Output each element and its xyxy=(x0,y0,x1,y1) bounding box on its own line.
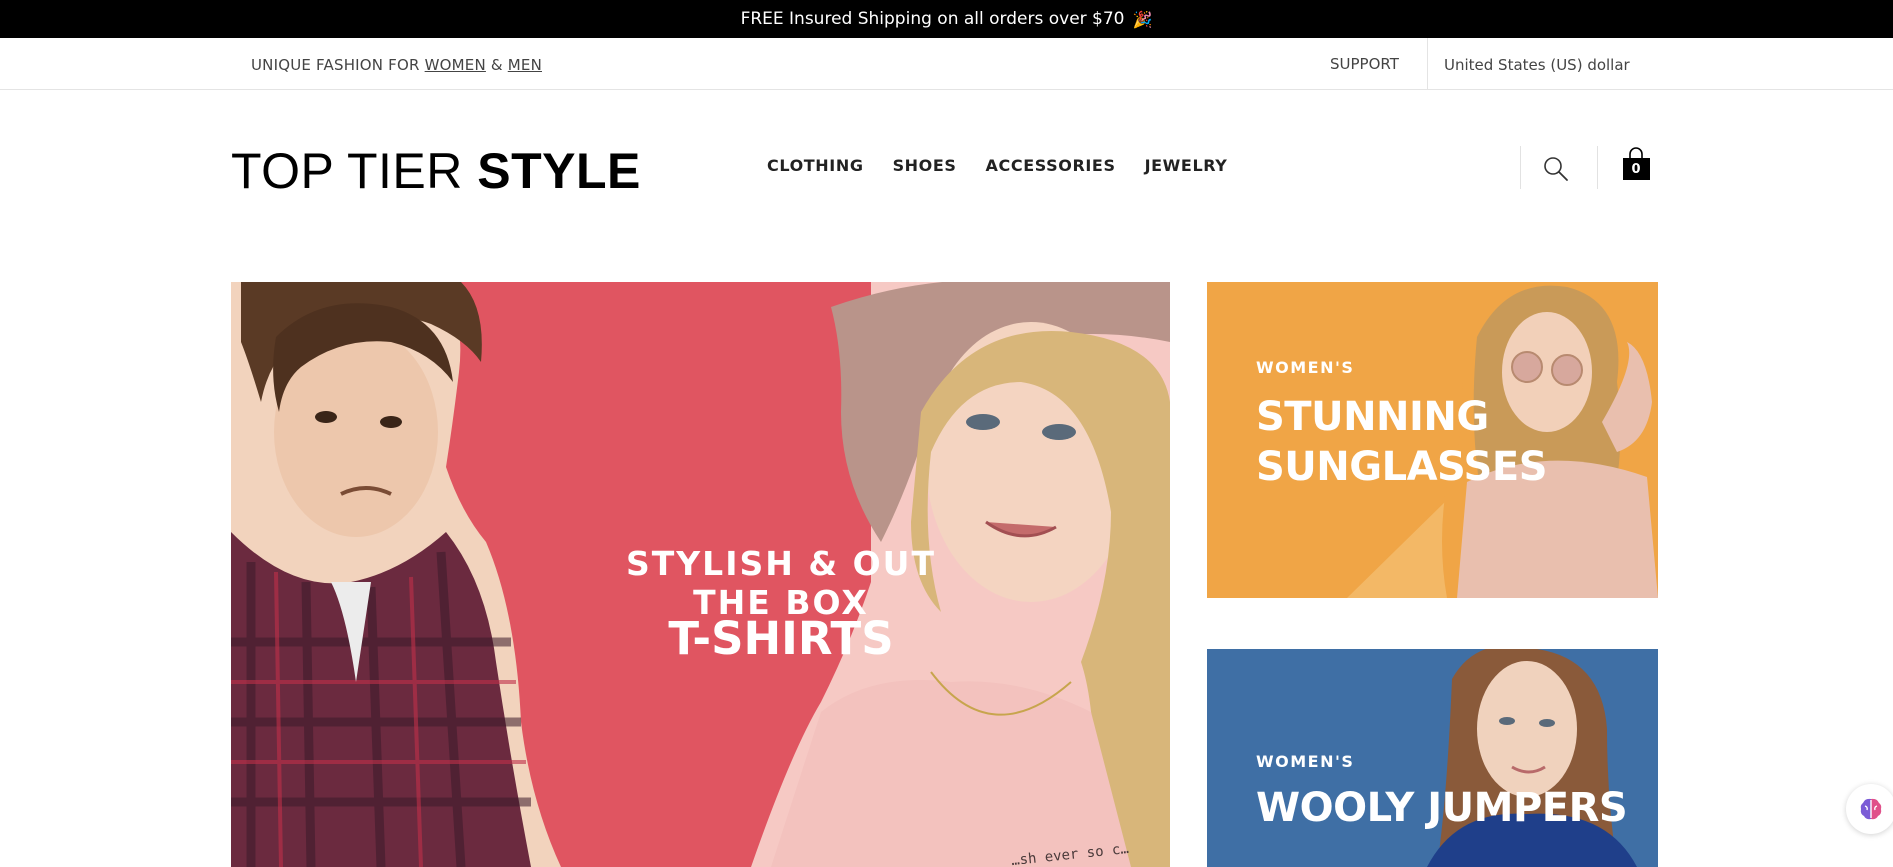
brain-icon xyxy=(1860,798,1882,820)
cart-count: 0 xyxy=(1631,161,1641,177)
tagline-prefix: UNIQUE FASHION FOR xyxy=(251,56,425,74)
logo-light: TOP TIER xyxy=(231,143,478,199)
tagline: UNIQUE FASHION FOR WOMEN & MEN xyxy=(251,56,542,74)
nav-jewelry[interactable]: JEWELRY xyxy=(1145,156,1228,175)
cart-button[interactable]: 0 xyxy=(1622,146,1652,182)
card-title: WOOLY JUMPERS xyxy=(1256,785,1628,831)
hero-eyebrow: STYLISH & OUT THE BOX xyxy=(626,544,936,622)
logo-bold: STYLE xyxy=(477,143,641,199)
utility-divider xyxy=(1427,38,1428,89)
tagline-amp: & xyxy=(485,56,508,74)
card-eyebrow: WOMEN'S xyxy=(1256,752,1355,771)
hero-banner-tshirts[interactable]: STYLISH & OUT THE BOX T-SHIRTS …sh ever … xyxy=(231,282,1170,867)
site-logo[interactable]: TOP TIER STYLE xyxy=(231,142,641,200)
card-title-line1: STUNNING xyxy=(1256,394,1489,440)
women-link[interactable]: WOMEN xyxy=(425,56,486,74)
promo-card-sunglasses[interactable]: WOMEN'S STUNNING SUNGLASSES xyxy=(1207,282,1658,598)
hero-title: T-SHIRTS xyxy=(668,612,894,665)
nav-accessories[interactable]: ACCESSORIES xyxy=(986,156,1116,175)
promo-card-wooly-jumpers[interactable]: WOMEN'S WOOLY JUMPERS xyxy=(1207,649,1658,867)
assistant-button[interactable] xyxy=(1846,784,1893,834)
search-button[interactable] xyxy=(1542,155,1570,183)
nav-shoes[interactable]: SHOES xyxy=(893,156,957,175)
support-link[interactable]: SUPPORT xyxy=(1330,55,1399,73)
card-title-line2: SUNGLASSES xyxy=(1256,444,1548,490)
search-icon xyxy=(1544,157,1568,181)
header-divider xyxy=(1597,146,1598,189)
header-divider xyxy=(1520,146,1521,189)
currency-selector[interactable]: United States (US) dollar xyxy=(1444,56,1630,74)
men-link[interactable]: MEN xyxy=(508,56,542,74)
nav-clothing[interactable]: CLOTHING xyxy=(767,156,864,175)
party-popper-icon: 🎉 xyxy=(1132,9,1153,29)
promo-bar: FREE Insured Shipping on all orders over… xyxy=(0,0,1893,38)
promo-text: FREE Insured Shipping on all orders over… xyxy=(740,9,1125,29)
utility-bar: UNIQUE FASHION FOR WOMEN & MEN SUPPORT U… xyxy=(0,38,1893,90)
card-eyebrow: WOMEN'S xyxy=(1256,358,1355,377)
main-nav: CLOTHING SHOES ACCESSORIES JEWELRY xyxy=(767,156,1256,175)
